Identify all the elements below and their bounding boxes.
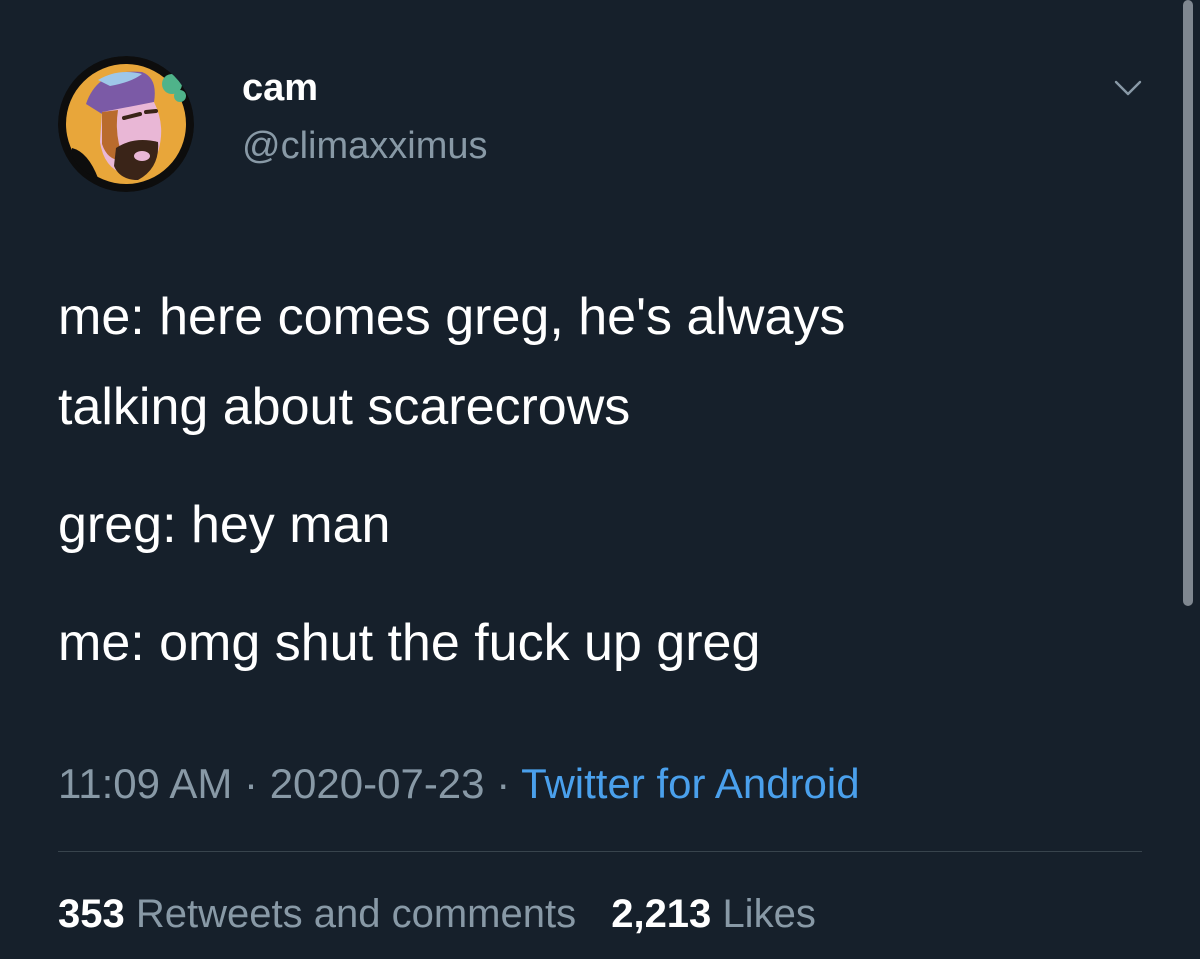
retweets-stat[interactable]: 353 Retweets and comments xyxy=(58,892,587,936)
author-name[interactable]: cam xyxy=(242,66,318,110)
meta-separator: · xyxy=(244,760,259,807)
chevron-down-glyph xyxy=(1114,80,1142,96)
meta-separator: · xyxy=(496,760,511,807)
tweet-line: talking about scarecrows xyxy=(58,378,631,436)
chevron-down-icon[interactable] xyxy=(1110,70,1146,106)
tweet-time[interactable]: 11:09 AM xyxy=(58,760,232,807)
tweet-meta: 11:09 AM · 2020-07-23 · Twitter for Andr… xyxy=(58,756,860,812)
tweet-line: me: here comes greg, he's always xyxy=(58,288,846,346)
avatar-illustration xyxy=(58,56,194,192)
scrollbar[interactable] xyxy=(1183,0,1193,606)
tweet-text: me: here comes greg, he's always talking… xyxy=(58,272,1138,688)
likes-stat[interactable]: 2,213 Likes xyxy=(611,892,816,936)
retweets-count: 353 xyxy=(58,892,125,936)
divider xyxy=(58,851,1142,852)
tweet-date[interactable]: 2020-07-23 xyxy=(270,760,485,807)
tweet-line: me: omg shut the fuck up greg xyxy=(58,614,761,672)
tweet-paragraph: me: here comes greg, he's always talking… xyxy=(58,272,1138,452)
likes-count: 2,213 xyxy=(611,892,712,936)
tweet-line: greg: hey man xyxy=(58,496,391,554)
tweet-card: cam @climaxximus me: here comes greg, he… xyxy=(0,0,1200,959)
author-handle[interactable]: @climaxximus xyxy=(242,124,487,168)
tweet-stats: 353 Retweets and comments 2,213 Likes xyxy=(58,886,816,942)
retweets-label: Retweets and comments xyxy=(135,892,577,936)
avatar[interactable] xyxy=(58,56,194,192)
tweet-source-link[interactable]: Twitter for Android xyxy=(521,760,859,807)
likes-label: Likes xyxy=(722,892,816,936)
tweet-paragraph: me: omg shut the fuck up greg xyxy=(58,598,1138,688)
tweet-paragraph: greg: hey man xyxy=(58,480,1138,570)
